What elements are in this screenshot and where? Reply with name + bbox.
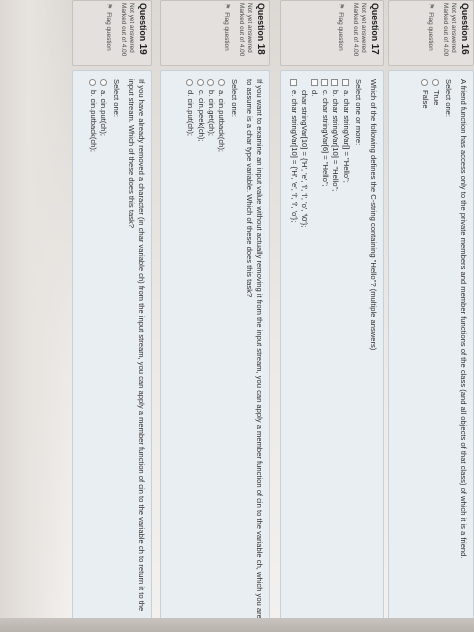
question-17: Question 17 Not yet answered Marked out …	[280, 0, 384, 632]
radio-button[interactable]	[207, 79, 215, 86]
question-marks: Marked out of 4.00	[238, 3, 245, 57]
question-number: Question 18	[255, 3, 266, 55]
question-content: If you have already removed a character …	[72, 70, 152, 632]
checkbox[interactable]	[331, 79, 339, 86]
question-text: Which of the following defines the C-str…	[369, 79, 378, 351]
question-16: Question 16 Not yet answered Marked out …	[388, 0, 474, 632]
answer-option[interactable]: b. char stringVar[10] = "Hello";	[330, 79, 340, 623]
radio-button[interactable]	[99, 79, 107, 86]
answer-option-continued: char stringVar[10] = {'H', 'e', 'l', 'l'…	[299, 90, 309, 228]
question-info: Question 16 Not yet answered Marked out …	[388, 0, 474, 66]
question-text: If you want to examine an input value wi…	[244, 79, 264, 619]
radio-button[interactable]	[186, 79, 194, 86]
question-content: If you want to examine an input value wi…	[160, 70, 270, 632]
answer-option[interactable]: a. char stringVar[] = "Hello";	[340, 79, 351, 623]
question-content: Which of the following defines the C-str…	[280, 70, 384, 632]
flag-question-button[interactable]: ⚑ Flag question	[222, 3, 231, 61]
question-info: Question 18 Not yet answered Marked out …	[160, 0, 270, 66]
select-label: Select one or more:	[353, 79, 363, 146]
flag-question-button[interactable]: ⚑ Flag question	[104, 3, 113, 61]
answer-option[interactable]: c. char stringVar[6] = "Hello";	[319, 79, 330, 623]
question-number: Question 16	[459, 3, 470, 55]
flag-icon: ⚑	[427, 3, 435, 10]
radio-button[interactable]	[421, 79, 429, 86]
flag-icon: ⚑	[105, 3, 113, 10]
flag-icon: ⚑	[223, 3, 231, 10]
answer-option[interactable]: b. cin.putback(ch);	[88, 79, 98, 623]
question-19: Question 19 Not yet answered Marked out …	[72, 0, 152, 632]
question-status: Not yet answered	[246, 3, 254, 53]
question-text: If you have already removed a character …	[126, 79, 146, 612]
question-marks: Marked out of 4.00	[120, 3, 127, 57]
question-marks: Marked out of 4.00	[442, 3, 449, 57]
checkbox[interactable]	[341, 79, 349, 86]
checkbox[interactable]	[310, 79, 318, 86]
answer-option[interactable]: d. cin.put(ch);	[185, 79, 195, 623]
quiz-page: Question 16 Not yet answered Marked out …	[0, 0, 474, 632]
select-label: Select one:	[111, 79, 121, 117]
radio-button[interactable]	[89, 79, 97, 86]
answer-option[interactable]: b. cin.get(ch);	[206, 79, 216, 623]
select-label: Select one:	[229, 79, 239, 117]
question-content: A friend function has access only to the…	[388, 70, 474, 632]
flag-question-button[interactable]: ⚑ Flag question	[336, 3, 345, 61]
flag-question-button[interactable]: ⚑ Flag question	[426, 3, 435, 61]
checkbox[interactable]	[289, 79, 297, 86]
select-label: Select one:	[443, 79, 453, 117]
answer-option[interactable]: a. cin.putback(ch);	[216, 79, 226, 623]
radio-button[interactable]	[196, 79, 204, 86]
answer-option[interactable]: False	[420, 79, 430, 623]
radio-button[interactable]	[431, 79, 439, 86]
radio-button[interactable]	[217, 79, 225, 86]
answer-option[interactable]: d.	[309, 79, 319, 623]
scrollbar-track[interactable]	[0, 618, 474, 632]
question-status: Not yet answered	[360, 3, 368, 53]
question-status: Not yet answered	[450, 3, 458, 53]
answer-option[interactable]: c. cin.peek(ch);	[195, 79, 206, 623]
question-18: Question 18 Not yet answered Marked out …	[160, 0, 270, 632]
question-marks: Marked out of 4.00	[352, 3, 359, 57]
question-number: Question 17	[369, 3, 380, 55]
answer-option[interactable]: a. cin.put(ch);	[98, 79, 108, 623]
question-info: Question 19 Not yet answered Marked out …	[72, 0, 152, 66]
checkbox[interactable]	[321, 79, 329, 86]
page-shadow	[0, 0, 72, 632]
question-number: Question 19	[137, 3, 148, 55]
answer-option[interactable]: e. char stringVar[10] = {'H', 'e', 'l', …	[288, 79, 299, 623]
question-text: A friend function has access only to the…	[459, 79, 468, 559]
answer-option[interactable]: True	[430, 79, 441, 623]
question-info: Question 17 Not yet answered Marked out …	[280, 0, 384, 66]
question-status: Not yet answered	[128, 3, 136, 53]
flag-icon: ⚑	[337, 3, 345, 10]
